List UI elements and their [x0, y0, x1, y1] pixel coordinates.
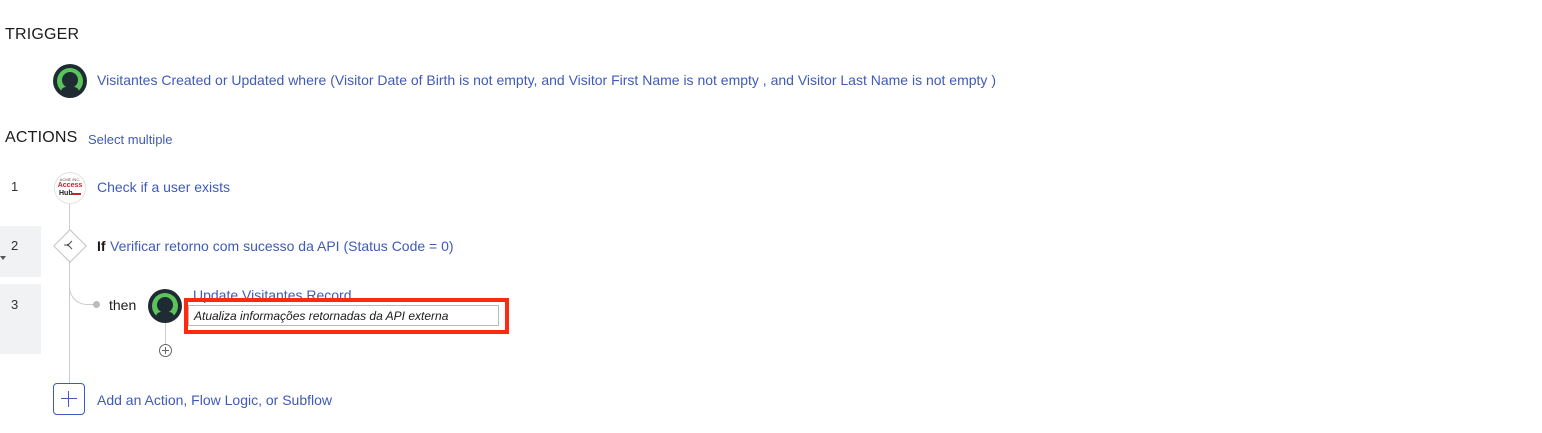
step-2-condition-link[interactable]: Verificar retorno com sucesso da API (St…: [110, 238, 454, 254]
access-hub-icon: ACME INC. Access Hub: [54, 172, 86, 204]
step-number: 1: [11, 179, 19, 194]
branch-connector-line: [165, 322, 166, 344]
branch-connector: [69, 262, 96, 305]
if-keyword: If: [97, 238, 106, 254]
select-multiple-link[interactable]: Select multiple: [88, 132, 173, 147]
then-label: then: [109, 297, 137, 313]
visitantes-app-icon: [148, 289, 182, 323]
step-number: 3: [11, 297, 19, 312]
visitantes-app-icon: [53, 64, 87, 98]
highlight-box: [184, 298, 509, 334]
step-3-gutter: [0, 284, 41, 354]
step-2-gutter: [0, 226, 41, 277]
trigger-description-link[interactable]: Visitantes Created or Updated where (Vis…: [97, 72, 996, 88]
step-number: 2: [11, 238, 19, 253]
branch-dot: [93, 301, 100, 308]
add-to-branch-icon[interactable]: [159, 344, 172, 357]
add-action-link[interactable]: Add an Action, Flow Logic, or Subflow: [97, 392, 332, 408]
step-1-action-link[interactable]: Check if a user exists: [97, 179, 230, 195]
actions-heading: ACTIONS: [5, 129, 78, 146]
step-2-condition[interactable]: If Verificar retorno com sucesso da API …: [97, 238, 454, 256]
trigger-heading: TRIGGER: [5, 26, 80, 43]
collapse-arrow-icon[interactable]: [0, 256, 6, 260]
branch-icon: [64, 240, 73, 250]
add-action-plus-icon[interactable]: [53, 383, 85, 415]
